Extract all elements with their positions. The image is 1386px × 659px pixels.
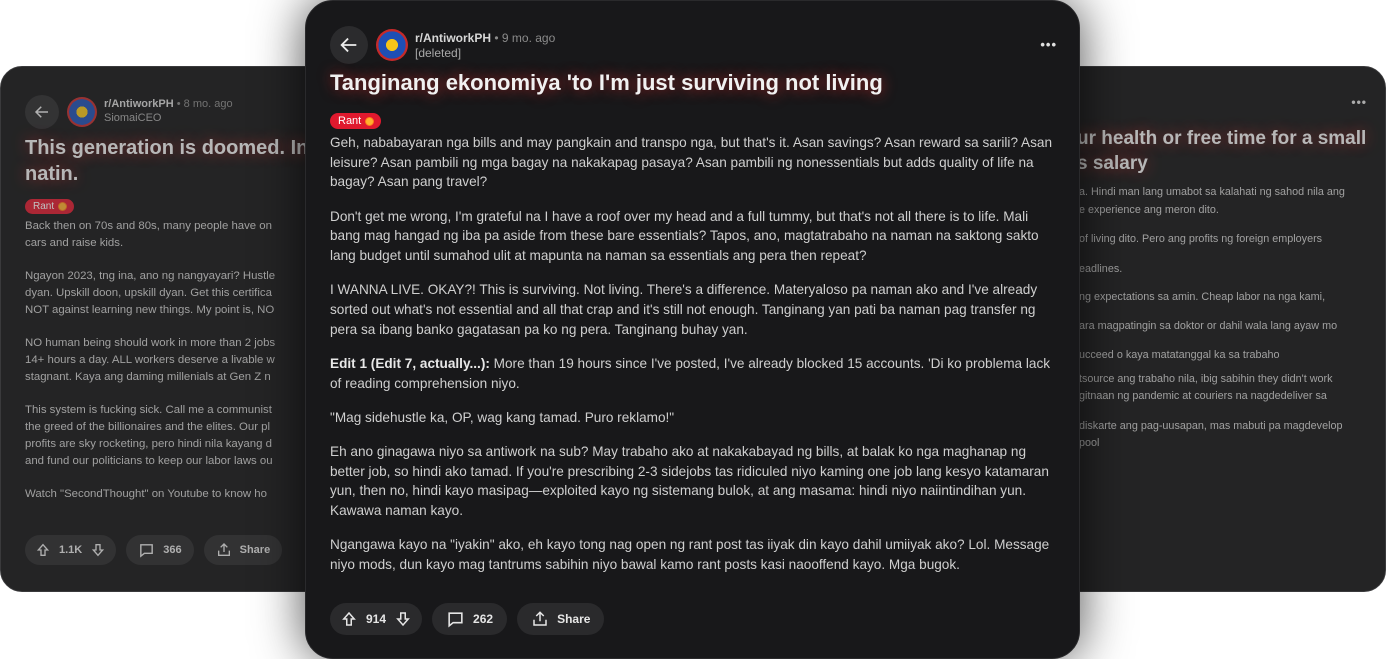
body-paragraph: Don't get me wrong, I'm grateful na I ha… — [330, 208, 1039, 264]
post-actions: 1.1K 366 Share — [25, 535, 283, 565]
back-button[interactable] — [330, 26, 368, 64]
body-line: tsource ang trabaho nila, ibig sabihin t… — [1079, 372, 1333, 385]
share-icon — [531, 610, 549, 628]
vote-control: 914 — [330, 603, 423, 635]
body-paragraph: Geh, nababayaran nga bills and may pangk… — [330, 135, 1053, 190]
comment-count: 262 — [473, 612, 494, 626]
body-line: cars and raise kids. — [25, 237, 124, 249]
more-options-icon[interactable]: ••• — [1351, 95, 1367, 109]
body-line: the greed of the billionaires and the el… — [25, 421, 271, 433]
body-line: NO human being should work in more than … — [25, 337, 276, 349]
body-line: gitnaan ng pandemic at couriers na nagde… — [1079, 390, 1327, 402]
vote-count: 914 — [366, 612, 387, 626]
body-line: e experience ang meron dito. — [1079, 203, 1219, 216]
body-line: NOT against learning new things. My poin… — [25, 304, 275, 316]
comments-button[interactable]: 366 — [126, 535, 194, 565]
body-line: pool — [1079, 437, 1100, 449]
body-line: dyan. Upskill doon, upskill dyan. Get th… — [25, 287, 272, 299]
flair-label: Rant — [338, 115, 362, 127]
body-line — [1079, 335, 1385, 347]
subreddit-avatar[interactable] — [376, 29, 408, 61]
body-line: diskarte ang pag-uusapan, mas mabuti pa … — [1079, 419, 1343, 432]
share-icon — [216, 542, 232, 558]
body-paragraph: Eh ano ginagawa niyo sa antiwork na sub?… — [330, 443, 1049, 519]
right-post-card[interactable]: ••• ur health or free time for a small s… — [1030, 66, 1386, 592]
rant-flair[interactable]: Rant — [330, 113, 382, 129]
subreddit-avatar[interactable] — [67, 97, 97, 127]
body-paragraph: "Mag sidehustle ka, OP, wag kang tamad. … — [330, 409, 675, 425]
body-line: profits are sky rocketing, pero hindi ni… — [25, 438, 272, 450]
comments-button[interactable]: 262 — [432, 603, 508, 635]
post-age: • 9 mo. ago — [494, 31, 556, 45]
body-line: a. Hindi man lang umabot sa kalahati ng … — [1079, 186, 1345, 198]
stage: r/AntiworkPH • 8 mo. ago SiomaiCEO This … — [0, 0, 1386, 659]
body-line — [1079, 249, 1385, 261]
body-line: Back then on 70s and 80s, many people ha… — [25, 220, 272, 232]
body-line — [1079, 219, 1385, 231]
vote-control: 1.1K — [25, 535, 117, 565]
body-line: and fund our politicians to keep our lab… — [25, 455, 273, 467]
body-line: eadlines. — [1079, 262, 1123, 275]
body-line — [1079, 406, 1385, 418]
share-label: Share — [239, 544, 271, 556]
post-title: This generation is doomed. In natin. — [25, 135, 308, 187]
share-button[interactable]: Share — [517, 603, 605, 635]
body-line: 14+ hours a day. ALL workers deserve a l… — [25, 354, 275, 366]
body-paragraph: I WANNA LIVE. OKAY?! This is surviving. … — [330, 282, 1038, 337]
subreddit-label[interactable]: r/AntiworkPH — [415, 31, 491, 45]
arrow-left-icon — [340, 37, 357, 53]
body-line: Watch "SecondThought" on Youtube to know… — [25, 488, 267, 500]
post-body: a. Hindi man lang umabot sa kalahati ng … — [1079, 184, 1385, 453]
post-title-line: This generation is doomed. In — [25, 137, 309, 159]
body-line: of living dito. Pero ang profits ng fore… — [1079, 233, 1323, 245]
edit-note: Edit 1 (Edit 7, actually...): More than … — [330, 354, 1060, 393]
arrow-left-icon — [34, 106, 48, 118]
angry-face-icon — [365, 116, 375, 126]
upvote-icon[interactable] — [340, 610, 358, 628]
body-line: ng expectations sa amin. Cheap labor na … — [1079, 291, 1326, 303]
post-age: • 8 mo. ago — [176, 98, 233, 110]
body-line: This system is fucking sick. Call me a c… — [25, 404, 272, 416]
comment-icon — [138, 542, 155, 559]
body-line: ucceed o kaya matatanggal ka sa trabaho — [1079, 349, 1280, 361]
subreddit-name[interactable]: r/AntiworkPH • 9 mo. ago — [415, 31, 555, 45]
flair-label: Rant — [33, 201, 55, 212]
downvote-icon[interactable] — [90, 542, 106, 558]
post-body: Geh, nababayaran nga bills and may pangk… — [330, 133, 1060, 575]
vote-count: 1.1K — [59, 544, 83, 556]
comment-icon — [446, 610, 465, 629]
post-title: ur health or free time for a small s sal… — [1077, 126, 1366, 176]
body-line: ara magpatingin sa doktor or dahil wala … — [1079, 319, 1338, 332]
subreddit-name[interactable]: r/AntiworkPH • 8 mo. ago — [104, 98, 233, 110]
edit-label: Edit 1 (Edit 7, actually...): — [330, 355, 490, 371]
more-options-icon[interactable]: ••• — [1040, 37, 1057, 52]
post-actions: 914 262 Share — [330, 603, 605, 635]
upvote-icon[interactable] — [35, 542, 51, 558]
downvote-icon[interactable] — [394, 610, 412, 628]
post-author[interactable]: SiomaiCEO — [104, 112, 161, 124]
body-paragraph: Ngangawa kayo na "iyakin" ako, eh kayo t… — [330, 537, 1050, 572]
rant-flair[interactable]: Rant — [25, 199, 75, 214]
post-title-line: s salary — [1077, 153, 1148, 174]
body-line: stagnant. Kaya ang daming millenials at … — [25, 371, 271, 383]
share-button[interactable]: Share — [203, 535, 283, 565]
subreddit-label[interactable]: r/AntiworkPH — [104, 98, 174, 110]
post-title-line: ur health or free time for a small — [1077, 128, 1367, 149]
main-post-card[interactable]: r/AntiworkPH • 9 mo. ago [deleted] ••• T… — [305, 0, 1080, 659]
body-line: Ngayon 2023, tng ina, ano ng nangyayari?… — [25, 270, 276, 282]
post-author: [deleted] — [415, 46, 462, 60]
body-line — [1079, 307, 1385, 318]
body-line — [1079, 278, 1385, 289]
angry-face-icon — [58, 202, 68, 211]
post-title: Tanginang ekonomiya 'to I'm just survivi… — [330, 70, 883, 95]
comment-count: 366 — [163, 544, 182, 556]
back-button[interactable] — [25, 95, 59, 129]
share-label: Share — [557, 612, 591, 626]
post-title-line: natin. — [25, 163, 79, 185]
